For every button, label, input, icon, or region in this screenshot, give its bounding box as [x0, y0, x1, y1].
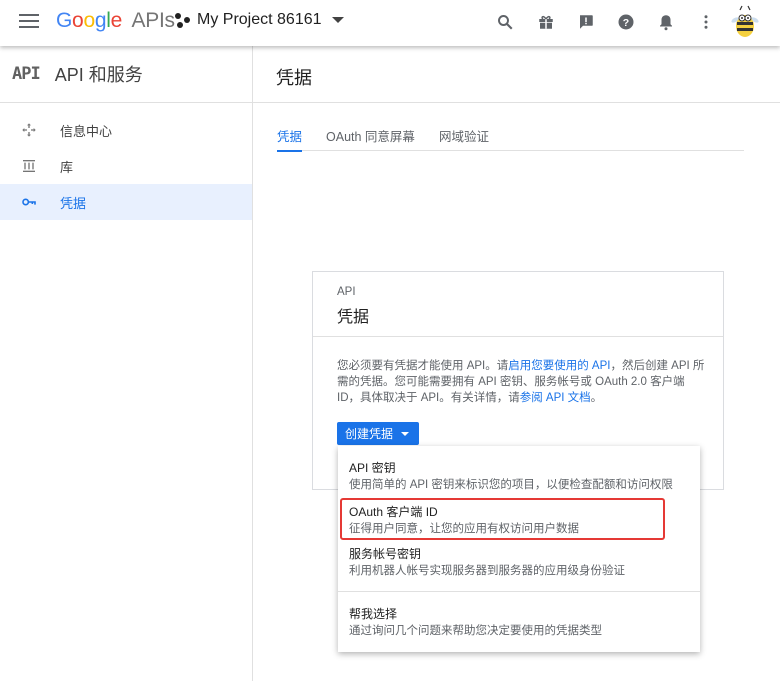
- menu-item-title: API 密钥: [349, 461, 396, 475]
- divider: [253, 102, 780, 103]
- desc-text: 您必须要有凭据才能使用 API。请: [337, 360, 509, 372]
- tab-bar: 凭据 OAuth 同意屏幕 网域验证: [277, 126, 744, 152]
- dashboard-icon: [20, 121, 38, 139]
- create-credentials-button[interactable]: 创建凭据: [337, 422, 420, 445]
- help-icon[interactable]: ?: [615, 11, 637, 33]
- sidebar-item-dashboard[interactable]: 信息中心: [0, 112, 252, 148]
- create-credentials-menu: API 密钥 使用简单的 API 密钥来标识您的项目，以便检查配额和访问权限 O…: [338, 446, 700, 652]
- card-kicker: API: [337, 286, 356, 298]
- enable-api-link[interactable]: 启用您要使用的 API: [508, 360, 610, 372]
- sidebar-item-library[interactable]: 库: [0, 148, 252, 184]
- chevron-down-icon: [331, 17, 344, 23]
- menu-item-desc: 通过询问几个问题来帮助您决定要使用的凭据类型: [349, 625, 602, 637]
- sidebar: API API 和服务 信息中心 库 凭据: [0, 46, 253, 681]
- tab-credentials[interactable]: 凭据: [277, 126, 303, 152]
- page-title: 凭据: [276, 68, 312, 88]
- menu-item-title: OAuth 客户端 ID: [349, 505, 438, 519]
- chevron-down-icon: [401, 431, 410, 436]
- svg-text:?: ?: [623, 17, 629, 29]
- menu-item-desc: 使用简单的 API 密钥来标识您的项目，以便检查配额和访问权限: [349, 479, 673, 491]
- card-title: 凭据: [337, 309, 370, 326]
- logo-google: Google: [56, 9, 122, 32]
- create-credentials-label: 创建凭据: [345, 427, 394, 441]
- menu-item-help-me-choose[interactable]: 帮我选择 通过询问几个问题来帮助您决定要使用的凭据类型: [338, 605, 700, 638]
- project-icon: [175, 12, 191, 28]
- divider: [313, 336, 723, 337]
- sidebar-title: API 和服务: [54, 65, 143, 85]
- search-icon[interactable]: [494, 11, 516, 33]
- menu-item-api-key[interactable]: API 密钥 使用简单的 API 密钥来标识您的项目，以便检查配额和访问权限: [338, 459, 700, 492]
- menu-item-desc: 利用机器人帐号实现服务器到服务器的应用级身份验证: [349, 565, 625, 577]
- menu-item-oauth-client-id[interactable]: OAuth 客户端 ID 征得用户同意，让您的应用有权访问用户数据: [338, 503, 700, 536]
- sidebar-header: API API 和服务: [0, 46, 252, 103]
- feedback-icon[interactable]: [575, 11, 597, 33]
- api-docs-link[interactable]: 参阅 API 文档: [520, 392, 591, 404]
- tab-oauth-consent[interactable]: OAuth 同意屏幕: [326, 126, 415, 151]
- top-app-bar: Google APIs My Project 86161 ?: [0, 0, 780, 46]
- gift-icon[interactable]: [535, 11, 557, 33]
- menu-item-title: 帮我选择: [349, 607, 398, 621]
- sidebar-item-label: 凭据: [60, 195, 87, 211]
- project-name: My Project 86161: [197, 11, 322, 28]
- api-logo: API: [12, 64, 41, 84]
- sidebar-item-label: 库: [60, 159, 74, 175]
- menu-item-title: 服务帐号密钥: [349, 547, 422, 561]
- avatar[interactable]: [728, 4, 762, 40]
- tab-domain-verification[interactable]: 网域验证: [439, 126, 489, 151]
- menu-divider: [338, 591, 700, 592]
- desc-text: 。: [590, 392, 603, 404]
- logo-apis: APIs: [131, 9, 175, 32]
- menu-icon[interactable]: [19, 14, 39, 30]
- sidebar-item-label: 信息中心: [60, 123, 113, 139]
- key-icon: [20, 193, 38, 211]
- project-selector[interactable]: My Project 86161: [175, 11, 344, 29]
- menu-item-desc: 征得用户同意，让您的应用有权访问用户数据: [349, 523, 579, 535]
- library-icon: [20, 157, 38, 175]
- sidebar-item-credentials[interactable]: 凭据: [0, 184, 252, 220]
- card-description: 您必须要有凭据才能使用 API。请启用您要使用的 API，然后创建 API 所需…: [337, 358, 707, 406]
- notifications-icon[interactable]: [655, 11, 677, 33]
- more-vert-icon[interactable]: [695, 11, 717, 33]
- menu-item-service-account-key[interactable]: 服务帐号密钥 利用机器人帐号实现服务器到服务器的应用级身份验证: [338, 545, 700, 578]
- google-apis-logo[interactable]: Google APIs: [56, 9, 175, 33]
